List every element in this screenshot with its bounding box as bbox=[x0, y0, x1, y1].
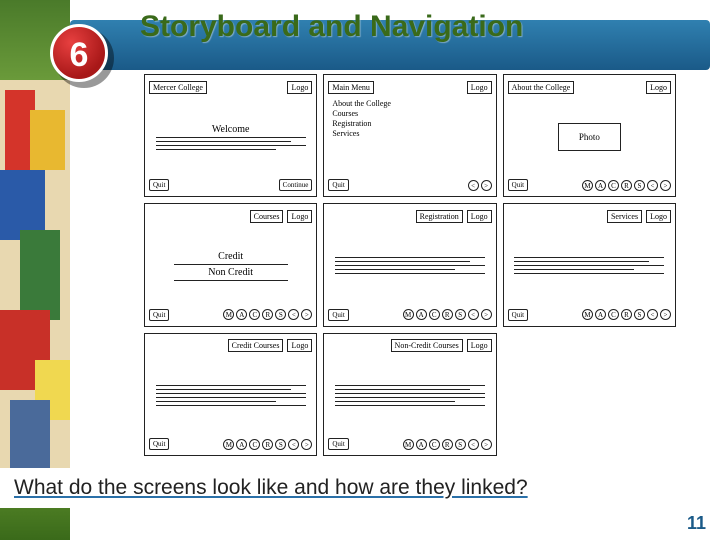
storyboard-screen-about: About the College Logo Photo Quit M A C … bbox=[503, 74, 676, 197]
prev-icon: < bbox=[468, 309, 479, 320]
screen-body-text: Welcome bbox=[212, 124, 250, 135]
text-lines-placeholder bbox=[156, 137, 306, 150]
prev-icon: < bbox=[647, 180, 658, 191]
screen-header: Non-Credit Courses bbox=[391, 339, 463, 352]
prev-icon: < bbox=[288, 309, 299, 320]
menu-item: Registration bbox=[332, 119, 391, 128]
nav-buttons: M A C R S < > bbox=[582, 180, 671, 191]
screen-header: Main Menu bbox=[328, 81, 374, 94]
quit-button-sketch: Quit bbox=[149, 438, 169, 450]
screen-body-text: Non Credit bbox=[208, 267, 253, 278]
logo-placeholder: Logo bbox=[287, 339, 312, 352]
logo-placeholder: Logo bbox=[287, 81, 312, 94]
menu-item: About the College bbox=[332, 99, 391, 108]
storyboard-screen-registration: Registration Logo Quit M A C R S < > bbox=[323, 203, 496, 326]
storyboard-empty-cell bbox=[503, 333, 676, 456]
menu-item: Courses bbox=[332, 109, 391, 118]
next-icon: > bbox=[481, 180, 492, 191]
quit-button-sketch: Quit bbox=[508, 179, 528, 191]
quit-button-sketch: Quit bbox=[508, 309, 528, 321]
nav-buttons: M A C R S < > bbox=[403, 309, 492, 320]
screen-header: Courses bbox=[250, 210, 284, 223]
nav-buttons: M A C R S < > bbox=[223, 439, 312, 450]
continue-button-sketch: Continue bbox=[279, 179, 313, 191]
screen-body-text: Credit bbox=[218, 251, 243, 262]
caption-text: What do the screens look like and how ar… bbox=[14, 476, 528, 500]
screen-header: Credit Courses bbox=[228, 339, 284, 352]
next-icon: > bbox=[481, 309, 492, 320]
text-lines-placeholder bbox=[514, 257, 664, 274]
next-icon: > bbox=[301, 439, 312, 450]
quit-button-sketch: Quit bbox=[149, 179, 169, 191]
logo-placeholder: Logo bbox=[646, 210, 671, 223]
quit-button-sketch: Quit bbox=[328, 438, 348, 450]
screen-header: Registration bbox=[416, 210, 463, 223]
storyboard-screen-welcome: Mercer College Logo Welcome Quit Continu… bbox=[144, 74, 317, 197]
prev-icon: < bbox=[647, 309, 658, 320]
logo-placeholder: Logo bbox=[646, 81, 671, 94]
prev-icon: < bbox=[468, 180, 479, 191]
storyboard-screen-credit-courses: Credit Courses Logo Quit M A C R S < > bbox=[144, 333, 317, 456]
photo-placeholder: Photo bbox=[558, 123, 621, 151]
storyboard-screen-main-menu: Main Menu Logo About the College Courses… bbox=[323, 74, 496, 197]
prev-icon: < bbox=[288, 439, 299, 450]
nav-buttons: M A C R S < > bbox=[582, 309, 671, 320]
badge-number: 6 bbox=[50, 24, 108, 82]
logo-placeholder: Logo bbox=[467, 210, 492, 223]
abstract-art bbox=[0, 80, 70, 480]
nav-arrows: < > bbox=[468, 180, 492, 191]
next-icon: > bbox=[301, 309, 312, 320]
storyboard-screen-services: Services Logo Quit M A C R S < > bbox=[503, 203, 676, 326]
slide-title: Storyboard and Navigation bbox=[140, 10, 523, 44]
text-lines-placeholder bbox=[335, 385, 485, 406]
logo-placeholder: Logo bbox=[467, 339, 492, 352]
quit-button-sketch: Quit bbox=[328, 309, 348, 321]
next-icon: > bbox=[660, 309, 671, 320]
screen-header: Mercer College bbox=[149, 81, 207, 94]
logo-placeholder: Logo bbox=[287, 210, 312, 223]
section-number-badge: 6 bbox=[50, 24, 114, 88]
logo-placeholder: Logo bbox=[467, 81, 492, 94]
quit-button-sketch: Quit bbox=[328, 179, 348, 191]
screen-header: Services bbox=[607, 210, 642, 223]
nav-buttons: M A C R S < > bbox=[403, 439, 492, 450]
text-lines-placeholder bbox=[335, 257, 485, 274]
quit-button-sketch: Quit bbox=[149, 309, 169, 321]
storyboard-screen-noncredit-courses: Non-Credit Courses Logo Quit M A C R S <… bbox=[323, 333, 496, 456]
storyboard-figure: Mercer College Logo Welcome Quit Continu… bbox=[140, 70, 680, 460]
text-lines-placeholder bbox=[156, 385, 306, 406]
menu-item: Services bbox=[332, 129, 391, 138]
storyboard-screen-courses: Courses Logo Credit Non Credit Quit M A … bbox=[144, 203, 317, 326]
next-icon: > bbox=[660, 180, 671, 191]
page-number: 11 bbox=[687, 513, 706, 534]
next-icon: > bbox=[481, 439, 492, 450]
caption-bar: What do the screens look like and how ar… bbox=[0, 468, 720, 508]
screen-header: About the College bbox=[508, 81, 575, 94]
nav-buttons: M A C R S < > bbox=[223, 309, 312, 320]
prev-icon: < bbox=[468, 439, 479, 450]
